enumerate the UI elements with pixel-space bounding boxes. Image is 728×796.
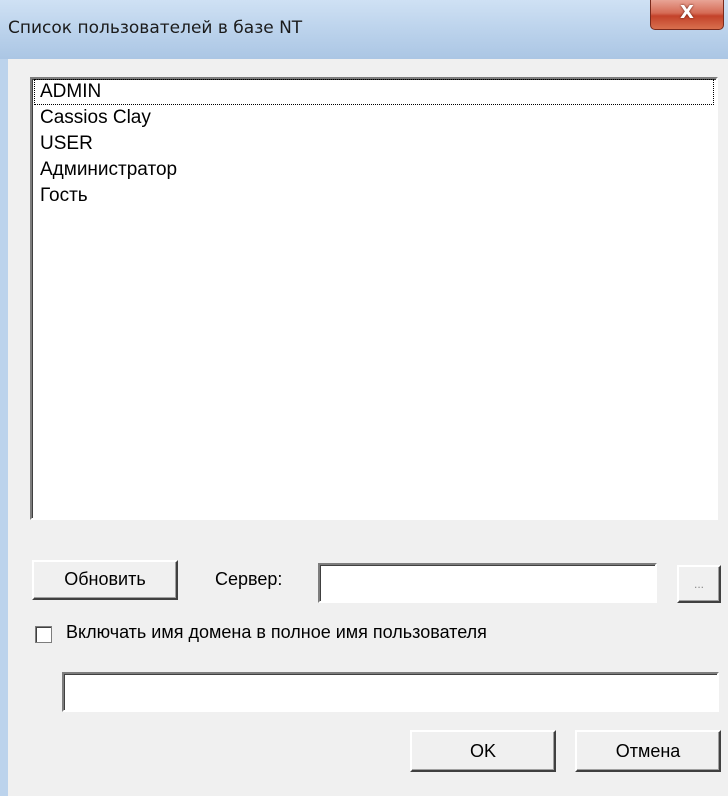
window-frame-left [0,59,8,796]
cancel-button[interactable]: Отмена [575,730,721,772]
include-domain-label[interactable]: Включать имя домена в полное имя пользов… [66,622,487,643]
close-button[interactable]: X [650,0,724,30]
user-list-item[interactable]: ADMIN [34,79,714,105]
browse-server-button[interactable]: ... [677,565,721,603]
server-input[interactable] [318,563,657,603]
refresh-button[interactable]: Обновить [32,560,178,600]
include-domain-checkbox[interactable] [35,626,52,643]
server-label: Сервер: [215,569,283,589]
user-list-item[interactable]: Администратор [34,157,714,183]
user-list-item[interactable]: USER [34,131,714,157]
users-listbox[interactable]: ADMIN Cassios Clay USER Администратор Го… [30,77,718,520]
ok-button[interactable]: OK [410,730,556,772]
full-name-field[interactable] [62,672,719,712]
title-bar: Список пользователей в базе NT X [0,0,728,59]
close-icon: X [680,2,694,23]
user-list-item[interactable]: Cassios Clay [34,105,714,131]
window-title: Список пользователей в базе NT [8,18,303,38]
user-list-item[interactable]: Гость [34,183,714,209]
